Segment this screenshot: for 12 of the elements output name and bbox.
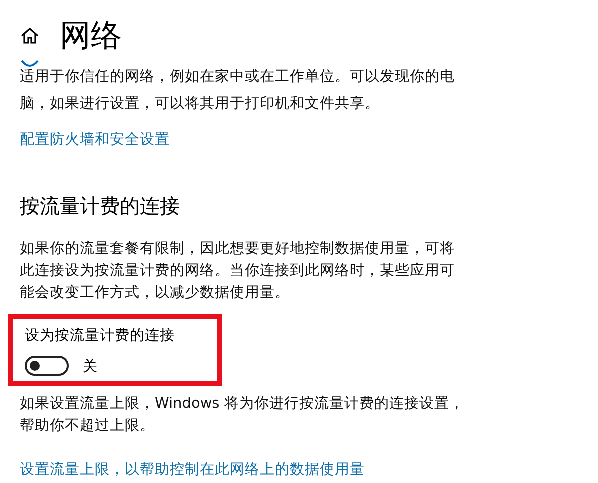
firewall-link[interactable]: 配置防火墙和安全设置 [20, 129, 578, 151]
section-heading: 按流量计费的连接 [20, 193, 181, 220]
toggle-switch[interactable] [25, 356, 69, 376]
setting-label: 设为按流量计费的连接 [25, 326, 176, 346]
radio-button-icon[interactable] [20, 60, 40, 68]
page-title: 网络 [60, 17, 122, 56]
data-limit-link[interactable]: 设置流量上限，以帮助控制在此网络上的数据使用量 [20, 459, 578, 481]
description-text: 适用于你信任的网络，例如在家中或在工作单位。可以发现你的电脑，如果进行设置，可以将其用于打印机和文件共享。 [20, 68, 456, 114]
home-icon[interactable] [20, 26, 40, 46]
note-text: 如果设置流量上限，Windows 将为你进行按流量计费的连接设置，帮助你不超过上限。 [20, 394, 465, 436]
description-text: 如果你的流量套餐有限制，因此想要更好地控制数据使用量，可将此连接设为按流量计费的网络。当你连接到此网络时，某些应用可能会改变工作方式，以减少数据使用量。 [20, 240, 456, 303]
toggle-state-text: 关 [83, 358, 98, 376]
